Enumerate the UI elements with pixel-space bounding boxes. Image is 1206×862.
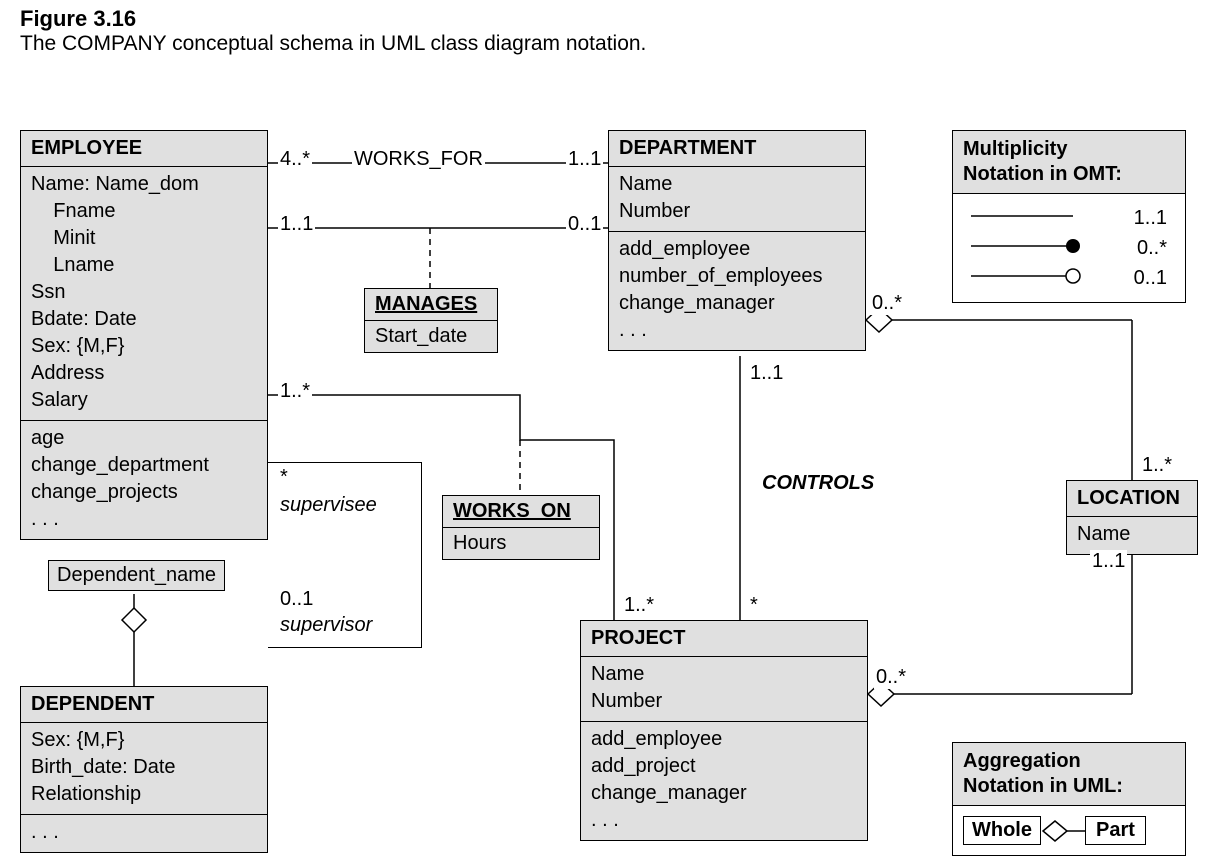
assoc-class-attr: Hours (443, 527, 599, 559)
class-department: DEPARTMENT Name Number add_employee numb… (608, 130, 866, 351)
mult-works-on-proj: 1..* (622, 594, 656, 617)
mult-deptloc-dept: 0..* (870, 292, 904, 315)
role-supervisor: supervisor (278, 614, 374, 637)
class-dependent: DEPENDENT Sex: {M,F} Birth_date: Date Re… (20, 686, 268, 853)
legend-title: Aggregation Notation in UML: (953, 743, 1185, 806)
legend-body: Whole Part (953, 806, 1185, 855)
role-supervisee: supervisee (278, 494, 379, 517)
class-attributes: Name (1067, 516, 1197, 554)
qualifier-dependent-name: Dependent_name (48, 560, 225, 591)
legend-aggregation: Aggregation Notation in UML: Whole Part (952, 742, 1186, 856)
mult-projloc-proj: 0..* (874, 666, 908, 689)
legend-body: 1..1 0..* 0..1 (953, 194, 1185, 302)
mult-works-for-emp: 4..* (278, 148, 312, 171)
class-title: LOCATION (1067, 481, 1197, 516)
class-operations: add_employee number_of_employees change_… (609, 231, 865, 350)
class-attributes: Name Number (609, 166, 865, 231)
assoc-class-manages: MANAGES Start_date (364, 288, 498, 353)
legend-title: Multiplicity Notation in OMT: (953, 131, 1185, 194)
mult-supervisor: 0..1 (278, 588, 315, 611)
legend-l3: 0..1 (1134, 267, 1167, 290)
class-attributes: Name: Name_dom Fname Minit Lname Ssn Bda… (21, 166, 267, 420)
class-location: LOCATION Name (1066, 480, 1198, 555)
assoc-label-works-for: WORKS_FOR (352, 148, 485, 171)
mult-deptloc-loc: 1..* (1140, 454, 1174, 477)
mult-supervisee: * (278, 466, 290, 489)
mult-projloc-loc: 1..1 (1090, 550, 1127, 573)
assoc-label-controls: CONTROLS (760, 472, 876, 495)
class-title: PROJECT (581, 621, 867, 656)
class-attributes: Name Number (581, 656, 867, 721)
mult-manages-emp: 1..1 (278, 213, 315, 236)
class-operations: add_employee add_project change_manager … (581, 721, 867, 840)
mult-works-on-emp: 1..* (278, 380, 312, 403)
class-operations: . . . (21, 814, 267, 852)
mult-controls-dept: 1..1 (748, 362, 785, 385)
class-title: DEPENDENT (21, 687, 267, 722)
assoc-class-title: WORKS_ON (443, 496, 599, 527)
class-employee: EMPLOYEE Name: Name_dom Fname Minit Lnam… (20, 130, 268, 540)
legend-omt: Multiplicity Notation in OMT: 1..1 0..* … (952, 130, 1186, 303)
legend-l1: 1..1 (1134, 207, 1167, 230)
legend-part: Part (1085, 816, 1146, 845)
assoc-class-title: MANAGES (365, 289, 497, 320)
class-title: EMPLOYEE (21, 131, 267, 166)
class-attributes: Sex: {M,F} Birth_date: Date Relationship (21, 722, 267, 814)
mult-controls-proj: * (748, 594, 760, 617)
assoc-class-works-on: WORKS_ON Hours (442, 495, 600, 560)
class-project: PROJECT Name Number add_employee add_pro… (580, 620, 868, 841)
legend-whole: Whole (963, 816, 1041, 845)
class-operations: age change_department change_projects . … (21, 420, 267, 539)
assoc-class-attr: Start_date (365, 320, 497, 352)
class-title: DEPARTMENT (609, 131, 865, 166)
mult-manages-dept: 0..1 (566, 213, 603, 236)
legend-l2: 0..* (1137, 237, 1167, 260)
mult-works-for-dept: 1..1 (566, 148, 603, 171)
